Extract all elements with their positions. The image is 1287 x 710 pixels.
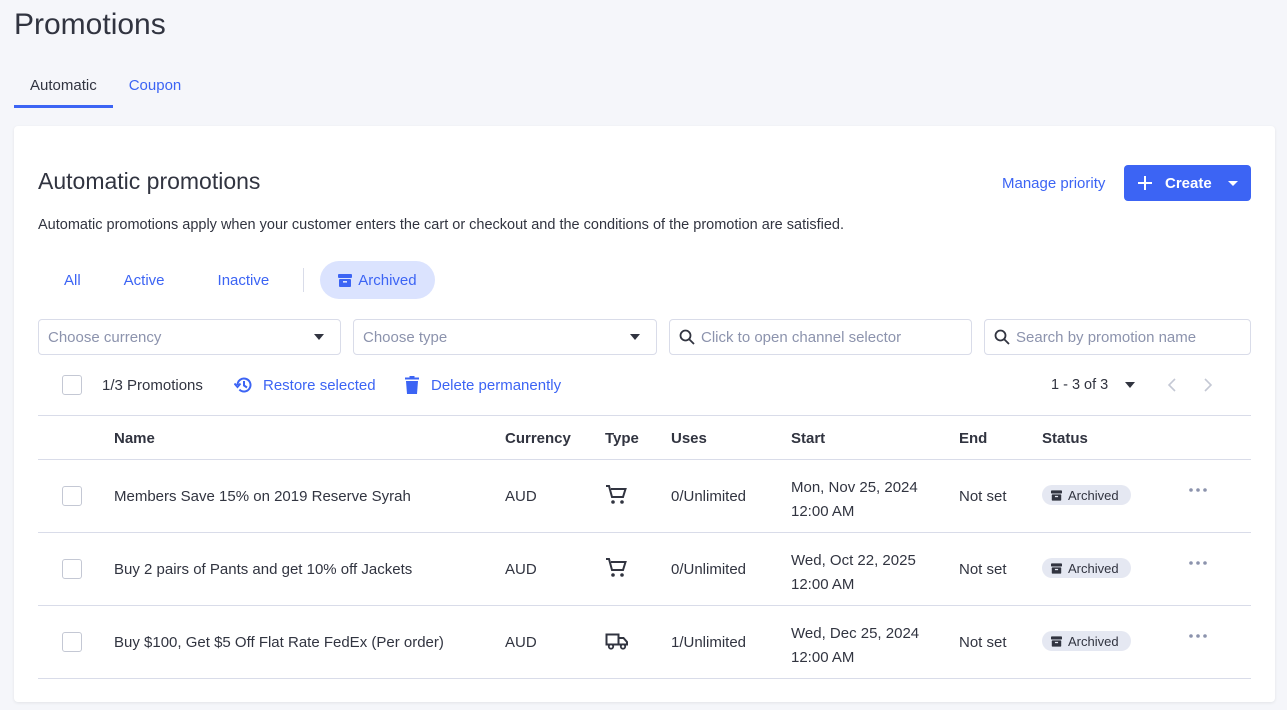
column-header-end[interactable]: End (959, 430, 987, 447)
archive-icon (1051, 635, 1062, 647)
start-time: 12:00 AM (791, 503, 855, 520)
promotion-end: Not set (959, 488, 1007, 505)
column-header-type[interactable]: Type (605, 430, 639, 447)
page-title: Promotions (14, 8, 166, 41)
bulk-actions-toolbar: 1/3 Promotions Restore selected Delete p… (38, 373, 1251, 397)
cart-icon (605, 484, 627, 510)
type-select[interactable]: Choose type (353, 319, 657, 355)
pagination-range: 1 - 3 of 3 (1051, 377, 1109, 393)
status-badge: Archived (1042, 485, 1131, 505)
promotion-name[interactable]: Buy 2 pairs of Pants and get 10% off Jac… (114, 561, 412, 578)
status-badge-label: Archived (1068, 487, 1119, 503)
manage-priority-link[interactable]: Manage priority (1002, 175, 1105, 192)
automatic-promotions-card: Automatic promotions Automatic promotion… (14, 126, 1275, 702)
promotion-end: Not set (959, 561, 1007, 578)
promotions-table: Name Currency Type Uses Start End Status… (38, 415, 1251, 679)
currency-select[interactable]: Choose currency (38, 319, 341, 355)
search-icon (679, 329, 695, 345)
chevron-right-icon[interactable] (1202, 375, 1214, 395)
filter-tab-archived-label: Archived (358, 271, 417, 289)
selection-count: 1/3 Promotions (102, 377, 203, 394)
chevron-left-icon[interactable] (1166, 375, 1178, 395)
start-date: Wed, Oct 22, 2025 (791, 552, 916, 569)
card-description: Automatic promotions apply when your cus… (38, 217, 844, 233)
filter-tab-archived[interactable]: Archived (320, 261, 435, 299)
row-checkbox[interactable] (62, 486, 82, 506)
channel-selector[interactable]: Click to open channel selector (669, 319, 972, 355)
chevron-down-icon[interactable] (1125, 382, 1135, 388)
archive-icon (1051, 489, 1062, 501)
currency-select-placeholder: Choose currency (48, 328, 162, 346)
archive-icon (338, 273, 353, 287)
select-all-checkbox[interactable] (62, 375, 82, 395)
filter-tab-active[interactable]: Active (124, 261, 165, 299)
create-button[interactable]: Create (1124, 165, 1251, 201)
promotion-currency: AUD (505, 561, 537, 578)
status-badge-label: Archived (1068, 560, 1119, 576)
restore-selected-label: Restore selected (263, 376, 376, 394)
status-badge: Archived (1042, 558, 1131, 578)
promotion-name[interactable]: Members Save 15% on 2019 Reserve Syrah (114, 488, 411, 505)
status-badge-label: Archived (1068, 633, 1119, 649)
search-input[interactable]: Search by promotion name (984, 319, 1251, 355)
promotion-end: Not set (959, 634, 1007, 651)
archive-icon (1051, 562, 1062, 574)
start-time: 12:00 AM (791, 649, 855, 666)
chevron-down-icon[interactable] (1227, 180, 1238, 186)
status-badge: Archived (1042, 631, 1131, 651)
promotion-uses: 0/Unlimited (671, 561, 747, 578)
cart-icon (605, 557, 627, 583)
column-header-name[interactable]: Name (114, 430, 155, 447)
more-actions-icon[interactable] (1188, 486, 1208, 494)
row-checkbox[interactable] (62, 632, 82, 652)
table-row[interactable]: Buy $100, Get $5 Off Flat Rate FedEx (Pe… (38, 606, 1251, 679)
restore-selected-button[interactable]: Restore selected (234, 373, 376, 397)
chevron-down-icon (630, 334, 640, 340)
table-row[interactable]: Members Save 15% on 2019 Reserve Syrah A… (38, 460, 1251, 533)
create-button-label: Create (1165, 174, 1212, 192)
truck-icon (605, 630, 629, 656)
start-time: 12:00 AM (791, 576, 855, 593)
filter-tab-inactive[interactable]: Inactive (218, 261, 270, 299)
more-actions-icon[interactable] (1188, 559, 1208, 567)
column-header-status[interactable]: Status (1042, 430, 1088, 447)
promotion-uses: 0/Unlimited (671, 488, 747, 505)
table-header: Name Currency Type Uses Start End Status (38, 415, 1251, 460)
promotion-start: Wed, Dec 25, 2024 12:00 AM (791, 622, 919, 670)
plus-icon (1138, 176, 1152, 190)
tab-automatic[interactable]: Automatic (14, 70, 113, 108)
delete-permanently-button[interactable]: Delete permanently (405, 373, 561, 397)
search-input-placeholder: Search by promotion name (1016, 328, 1197, 346)
column-header-uses[interactable]: Uses (671, 430, 707, 447)
type-select-placeholder: Choose type (363, 328, 448, 346)
row-checkbox[interactable] (62, 559, 82, 579)
page-tabs: Automatic Coupon (14, 70, 197, 108)
promotion-start: Wed, Oct 22, 2025 12:00 AM (791, 549, 916, 597)
restore-icon (234, 377, 252, 393)
more-actions-icon[interactable] (1188, 632, 1208, 640)
column-header-start[interactable]: Start (791, 430, 825, 447)
promotion-name[interactable]: Buy $100, Get $5 Off Flat Rate FedEx (Pe… (114, 634, 444, 651)
tab-coupon[interactable]: Coupon (113, 70, 198, 108)
status-filter-tabs: All Active Inactive Archived (38, 261, 435, 299)
search-icon (994, 329, 1010, 345)
tab-divider (303, 268, 305, 292)
promotion-start: Mon, Nov 25, 2024 12:00 AM (791, 476, 918, 524)
table-row[interactable]: Buy 2 pairs of Pants and get 10% off Jac… (38, 533, 1251, 606)
column-header-currency[interactable]: Currency (505, 430, 571, 447)
start-date: Wed, Dec 25, 2024 (791, 625, 920, 642)
promotion-currency: AUD (505, 488, 537, 505)
promotion-currency: AUD (505, 634, 537, 651)
start-date: Mon, Nov 25, 2024 (791, 479, 918, 496)
promotion-uses: 1/Unlimited (671, 634, 747, 651)
filter-tab-all[interactable]: All (64, 261, 81, 299)
channel-selector-placeholder: Click to open channel selector (701, 328, 902, 346)
delete-permanently-label: Delete permanently (431, 376, 562, 394)
card-title: Automatic promotions (38, 168, 261, 194)
chevron-down-icon (314, 334, 324, 340)
trash-icon (405, 376, 419, 394)
